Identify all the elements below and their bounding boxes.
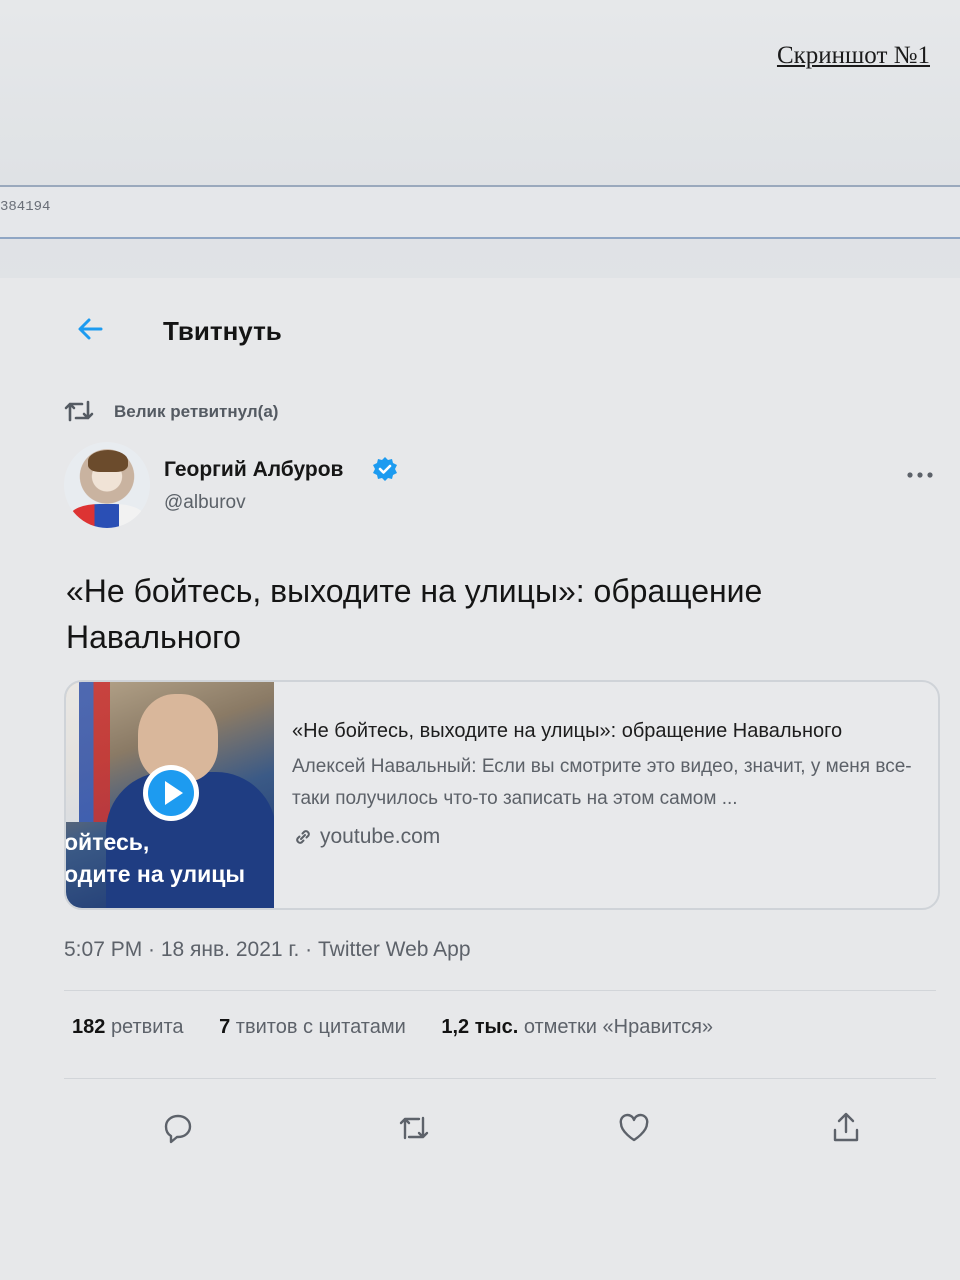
avatar-hair xyxy=(88,450,128,472)
author-handle[interactable]: @alburov xyxy=(164,492,246,514)
card-domain-text: youtube.com xyxy=(320,825,441,848)
retweet-count: 182 xyxy=(72,1016,106,1038)
tweet-page: Твитнуть Велик ретвитнул(а) Георгий Албу… xyxy=(0,278,960,1280)
like-stat[interactable]: 1,2 тыс. отметки «Нравится» xyxy=(441,1016,713,1039)
link-preview-card[interactable]: ойтесь, одите на улицы «Не бойтесь, выхо… xyxy=(64,680,940,910)
retweet-icon xyxy=(62,398,96,424)
share-icon[interactable] xyxy=(828,1110,864,1146)
tweet-text: «Не бойтесь, выходите на улицы»: обращен… xyxy=(66,573,763,655)
verified-badge-icon xyxy=(372,456,398,482)
thumbnail-caption-line-1: ойтесь, xyxy=(66,829,150,855)
video-thumbnail[interactable]: ойтесь, одите на улицы xyxy=(66,682,274,908)
like-count: 1,2 тыс. xyxy=(441,1016,519,1038)
retweeted-by-text[interactable]: Велик ретвитнул(а) xyxy=(114,402,278,422)
page-title: Твитнуть xyxy=(163,316,282,346)
thumbnail-flag xyxy=(66,682,110,822)
link-icon xyxy=(292,826,314,848)
url-text: 384194 xyxy=(0,199,51,215)
retweet-icon[interactable] xyxy=(396,1110,432,1146)
author-name[interactable]: Георгий Албуров xyxy=(164,458,343,482)
card-text: «Не бойтесь, выходите на улицы»: обращен… xyxy=(292,720,922,849)
avatar-shirt xyxy=(70,504,144,528)
avatar[interactable] xyxy=(64,442,150,528)
quote-stat-label: твитов с цитатами xyxy=(235,1016,406,1038)
address-bar: 384194 xyxy=(0,185,960,239)
divider xyxy=(64,990,936,991)
play-icon[interactable] xyxy=(140,762,202,824)
thumbnail-caption: ойтесь, одите на улицы xyxy=(66,826,245,890)
like-stat-label: отметки «Нравится» xyxy=(523,1016,714,1038)
reply-icon[interactable] xyxy=(160,1110,196,1146)
tweet-actions xyxy=(160,1110,880,1160)
retweet-stat-label: ретвита xyxy=(110,1016,184,1038)
card-domain: youtube.com xyxy=(292,825,922,849)
card-description: Алексей Навальный: Если вы смотрите это … xyxy=(292,756,912,809)
quote-count: 7 xyxy=(219,1016,231,1038)
thumbnail-caption-line-2: одите на улицы xyxy=(66,861,246,887)
tweet-timestamp[interactable]: 5:07 PM · 18 янв. 2021 г. · Twitter Web … xyxy=(64,938,471,962)
more-options-icon[interactable] xyxy=(905,468,935,480)
arrow-left-icon[interactable] xyxy=(75,314,105,344)
document-label: Скриншот №1 xyxy=(776,42,930,69)
divider xyxy=(64,1078,936,1079)
retweet-stat[interactable]: 182 ретвита xyxy=(72,1016,184,1039)
paper-header: Скриншот №1 xyxy=(0,0,960,180)
like-icon[interactable] xyxy=(616,1110,652,1146)
card-title: «Не бойтесь, выходите на улицы»: обращен… xyxy=(292,720,843,742)
tweet-stats: 182 ретвита 7 твитов с цитатами 1,2 тыс.… xyxy=(72,1016,743,1039)
quote-stat[interactable]: 7 твитов с цитатами xyxy=(219,1016,406,1039)
